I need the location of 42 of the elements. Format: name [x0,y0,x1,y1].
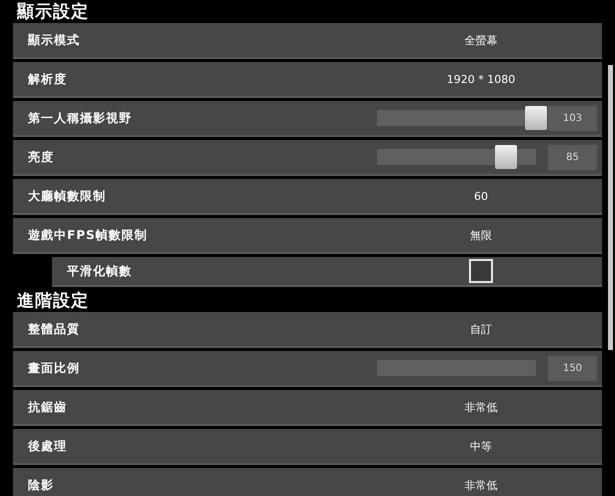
setting-value[interactable]: 無限 [377,228,585,242]
empty-track[interactable] [377,360,536,376]
setting-label: 第一人稱攝影視野 [28,110,133,126]
setting-row[interactable]: 大廳幀數限制 60 [13,179,602,215]
value-box[interactable]: 103 [548,106,597,130]
setting-row[interactable]: 畫面比例 150 [13,351,602,387]
slider-thumb[interactable] [495,145,518,169]
setting-label: 大廳幀數限制 [28,188,107,204]
setting-value[interactable]: 1920 * 1080 [377,72,585,86]
section-title: 進階設定 [17,291,89,311]
checkbox[interactable] [469,259,493,283]
setting-row[interactable]: 後處理 中等 [13,429,602,465]
setting-row[interactable]: 陰影 非常低 [13,468,602,496]
setting-value[interactable]: 非常低 [377,478,585,492]
setting-row[interactable]: 解析度 1920 * 1080 [13,62,602,98]
slider-thumb[interactable] [525,106,547,130]
setting-row[interactable]: 整體品質 自訂 [13,312,602,348]
setting-label: 顯示模式 [28,32,81,48]
setting-value[interactable]: 全螢幕 [377,32,585,48]
section-title: 顯示設定 [17,2,89,22]
value-box[interactable]: 150 [548,356,597,380]
setting-label: 解析度 [28,70,68,88]
setting-label: 陰影 [28,476,55,494]
setting-row[interactable]: 遊戲中FPS幀數限制 無限 [13,218,602,254]
setting-label: 後處理 [28,438,68,454]
setting-label: 整體品質 [28,320,81,338]
setting-row[interactable]: 平滑化幀數 [52,257,602,287]
setting-label: 遊戲中FPS幀數限制 [28,226,149,244]
setting-label: 抗鋸齒 [28,398,68,416]
setting-label: 亮度 [28,148,55,166]
setting-value[interactable]: 非常低 [377,400,585,414]
setting-value[interactable]: 60 [377,190,585,202]
setting-value[interactable]: 中等 [377,438,585,454]
setting-row[interactable]: 第一人稱攝影視野 103 [13,101,602,137]
setting-label: 平滑化幀數 [67,262,133,280]
setting-row[interactable]: 顯示模式 全螢幕 [13,23,602,59]
scrollbar[interactable] [608,65,613,350]
setting-row[interactable]: 抗鋸齒 非常低 [13,390,602,426]
setting-row[interactable]: 亮度 85 [13,140,602,176]
value-box[interactable]: 85 [548,144,597,170]
setting-value[interactable]: 自訂 [377,322,585,336]
setting-label: 畫面比例 [28,360,81,376]
